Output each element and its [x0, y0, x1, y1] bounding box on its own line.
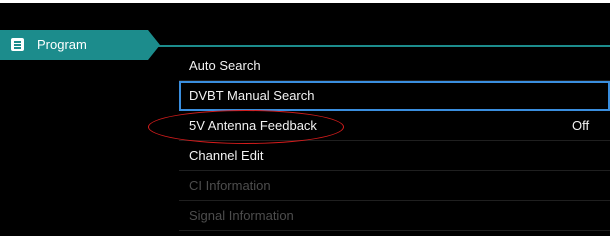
menu-item-label: Signal Information	[189, 208, 294, 223]
menu-item-label: DVBT Manual Search	[189, 88, 315, 103]
menu-item-value: Off	[572, 118, 590, 133]
tab-program[interactable]: Program	[0, 30, 160, 60]
menu-item-label: Auto Search	[189, 58, 261, 73]
list-icon	[11, 38, 24, 51]
header-divider	[155, 45, 610, 47]
menu-item-label: CI Information	[189, 178, 271, 193]
menu-item-auto-search[interactable]: Auto Search	[179, 51, 610, 81]
menu-item-channel-edit[interactable]: Channel Edit	[179, 141, 610, 171]
tv-settings-screen: Program Auto Search DVBT Manual Search 5…	[0, 3, 610, 236]
menu-item-signal-information: Signal Information	[179, 201, 610, 231]
annotation-ellipse	[148, 110, 344, 144]
menu-item-label: Channel Edit	[189, 148, 264, 163]
tab-label: Program	[37, 37, 87, 52]
menu-item-dvbt-manual-search[interactable]: DVBT Manual Search	[179, 81, 610, 111]
menu-item-ci-information: CI Information	[179, 171, 610, 201]
